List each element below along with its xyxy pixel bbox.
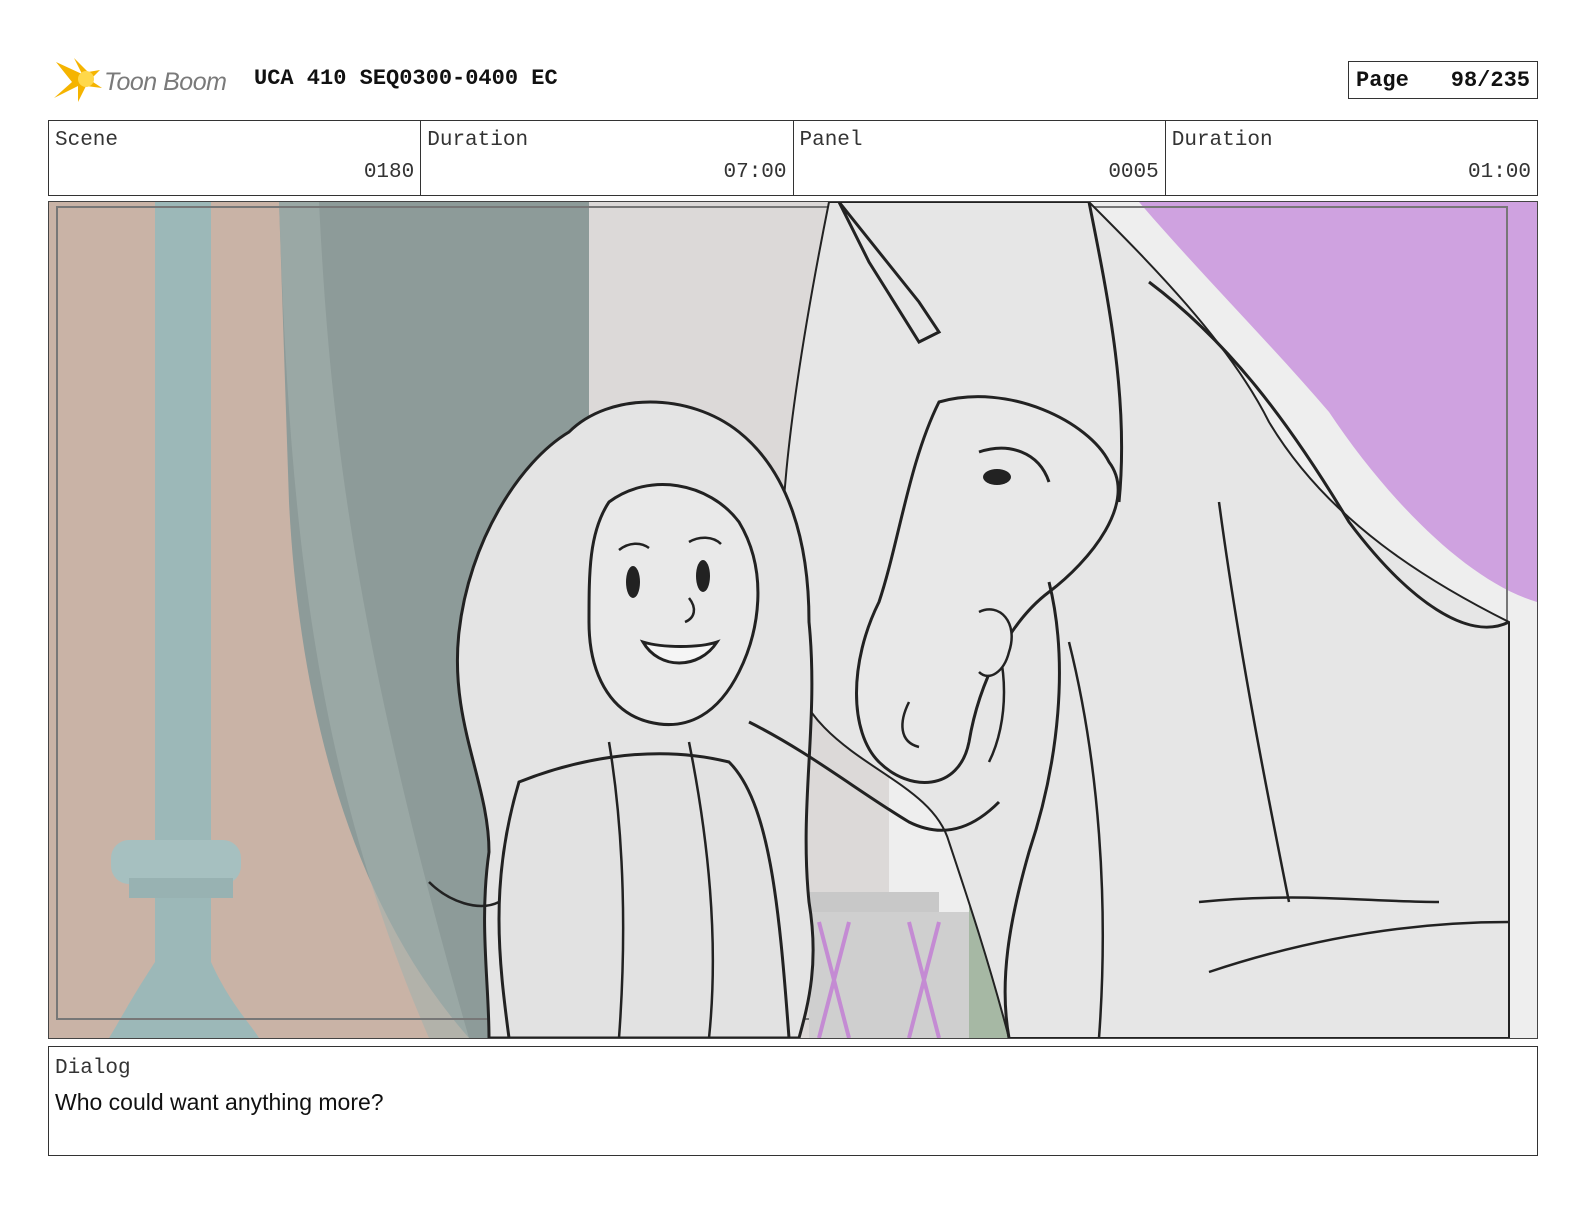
- dialog-box: Dialog Who could want anything more?: [48, 1046, 1538, 1156]
- panel-duration-label: Duration: [1171, 129, 1273, 152]
- panel-cell: Panel 0005: [794, 121, 1166, 195]
- panel-label: Panel: [799, 129, 863, 152]
- storyboard-sketch: [49, 202, 1537, 1038]
- logo-wordmark: Toon Boom: [104, 68, 227, 96]
- scene-label: Scene: [55, 129, 119, 152]
- panel-duration-cell: Duration 01:00: [1166, 121, 1537, 195]
- page-indicator: Page 98/235: [1348, 61, 1538, 99]
- scene-value: 0180: [363, 161, 415, 184]
- star-burst-icon: [54, 58, 102, 102]
- dialog-text: Who could want anything more?: [55, 1089, 384, 1115]
- panel-value: 0005: [1108, 161, 1159, 184]
- dialog-label: Dialog: [55, 1057, 131, 1080]
- scene-duration-label: Duration: [427, 129, 529, 152]
- page-number: 98/235: [1450, 67, 1530, 93]
- page-label: Page: [1356, 67, 1409, 93]
- scene-duration-value: 07:00: [723, 161, 787, 184]
- panel-info-table: Scene 0180 Duration 07:00 Panel 0005 Dur…: [48, 120, 1538, 196]
- storyboard-panel-image: [48, 201, 1538, 1039]
- toon-boom-logo: Toon Boom: [52, 54, 242, 108]
- document-title: UCA 410 SEQ0300-0400 EC: [254, 66, 558, 91]
- scene-duration-cell: Duration 07:00: [421, 121, 794, 195]
- panel-duration-value: 01:00: [1467, 161, 1531, 184]
- scene-cell: Scene 0180: [49, 121, 422, 195]
